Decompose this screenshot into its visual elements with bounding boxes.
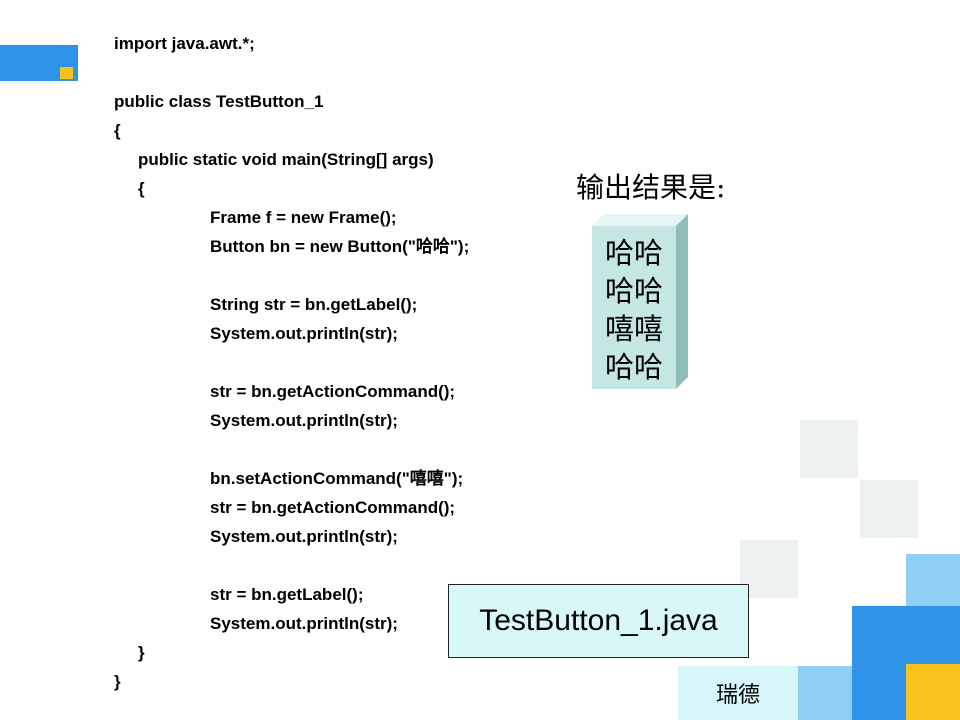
output-lines: 哈哈 哈哈 嘻嘻 哈哈 — [592, 234, 676, 386]
code-line: } — [138, 643, 145, 662]
output-line: 哈哈 — [604, 236, 663, 270]
code-line: str = bn.getActionCommand(); — [210, 498, 456, 517]
code-line: str = bn.getActionCommand(); — [210, 382, 456, 401]
deco-block-light-blue-bottom — [798, 666, 852, 720]
code-line: str = bn.getLabel(); — [210, 585, 364, 604]
code-line: public static void main(String[] args) — [138, 150, 434, 169]
footer-label: 瑞德 — [715, 683, 760, 708]
file-name: TestButton_1.java — [479, 604, 718, 637]
code-line: { — [114, 121, 121, 140]
deco-block-light-blue-top — [906, 554, 960, 606]
deco-block-yellow — [906, 664, 960, 720]
code-line: import java.awt.*; — [114, 34, 255, 53]
code-line: String str = bn.getLabel(); — [210, 295, 418, 314]
code-line: System.out.println(str); — [210, 324, 398, 343]
code-line: System.out.println(str); — [210, 614, 398, 633]
code-line: System.out.println(str); — [210, 527, 398, 546]
footer-tab: 瑞德 — [678, 666, 798, 720]
output-line: 哈哈 — [604, 274, 663, 308]
code-line: } — [114, 672, 121, 691]
output-line: 嘻嘻 — [604, 312, 663, 346]
code-line: public class TestButton_1 — [114, 92, 324, 111]
code-line: Frame f = new Frame(); — [210, 208, 397, 227]
code-line: System.out.println(str); — [210, 411, 398, 430]
code-line: Button bn = new Button("哈哈"); — [210, 237, 470, 256]
code-line: { — [138, 179, 145, 198]
output-line: 哈哈 — [604, 350, 663, 384]
file-name-box: TestButton_1.java — [448, 584, 749, 658]
left-accent-square — [60, 67, 73, 79]
output-heading: 输出结果是: — [576, 171, 726, 204]
code-line: bn.setActionCommand("嘻嘻"); — [210, 469, 464, 488]
output-box: 哈哈 哈哈 嘻嘻 哈哈 — [592, 214, 688, 389]
